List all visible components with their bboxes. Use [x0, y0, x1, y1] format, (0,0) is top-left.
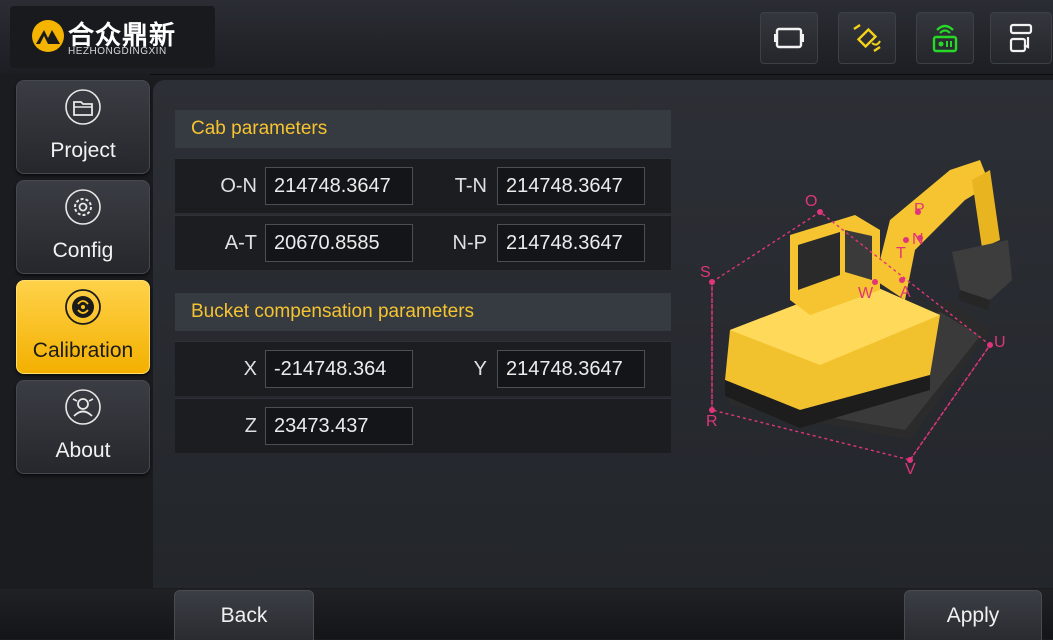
back-button[interactable]: Back: [174, 590, 314, 640]
point-label-v: V: [905, 461, 916, 478]
switch-icon: [1009, 23, 1033, 53]
apply-button[interactable]: Apply: [904, 590, 1042, 640]
point-label-s: S: [700, 264, 711, 281]
bottom-bar: [0, 589, 1053, 639]
brand-logo: 合众鼎新 HEZHONGDINGXIN: [10, 6, 215, 68]
sidebar-item-label: Project: [50, 139, 116, 162]
bucket-row-1: X -214748.364 Y 214748.3647: [175, 341, 671, 396]
excavator-diagram: O P T N S W A U R V: [700, 160, 1012, 478]
screen-icon: [774, 27, 804, 49]
sidebar-item-about[interactable]: About: [16, 380, 150, 474]
tn-label: T-N: [454, 175, 487, 197]
radio-icon: [932, 24, 958, 53]
sidebar-item-config[interactable]: Config: [16, 180, 150, 274]
satellite-button[interactable]: [838, 12, 896, 64]
bucket-parameters-title: Bucket compensation parameters: [175, 293, 671, 331]
satellite-icon: [853, 24, 881, 52]
at-label: A-T: [224, 232, 257, 254]
sidebar-item-label: About: [55, 439, 111, 462]
radio-button[interactable]: [916, 12, 974, 64]
on-label: O-N: [220, 175, 257, 197]
point-label-r: R: [706, 413, 718, 430]
sidebar: Project Config Calibration About: [0, 74, 150, 589]
np-label: N-P: [452, 232, 487, 254]
point-label-p: P: [914, 201, 925, 218]
z-label: Z: [244, 415, 257, 437]
np-field[interactable]: 214748.3647: [497, 224, 645, 262]
sidebar-item-label: Config: [52, 239, 114, 262]
screen-button[interactable]: [760, 12, 818, 64]
at-field[interactable]: 20670.8585: [265, 224, 413, 262]
cab-row-1: O-N 214748.3647 T-N 214748.3647: [175, 158, 671, 213]
point-label-w: W: [858, 285, 874, 302]
x-field[interactable]: -214748.364: [265, 350, 413, 388]
cab-parameters-title: Cab parameters: [175, 110, 671, 148]
switch-button[interactable]: [990, 12, 1052, 64]
bucket-row-2: Z 23473.437: [175, 398, 671, 453]
y-label: Y: [473, 358, 487, 380]
sidebar-item-calibration[interactable]: Calibration: [16, 280, 150, 374]
x-label: X: [243, 358, 257, 380]
y-field[interactable]: 214748.3647: [497, 350, 645, 388]
tn-field[interactable]: 214748.3647: [497, 167, 645, 205]
point-label-a: A: [900, 284, 911, 301]
cab-row-2: A-T 20670.8585 N-P 214748.3647: [175, 215, 671, 270]
logo-english-text: HEZHONGDINGXIN: [68, 46, 167, 57]
settings-icon: [65, 189, 101, 225]
point-label-u: U: [994, 334, 1006, 351]
about-icon: [65, 389, 101, 425]
on-field[interactable]: 214748.3647: [265, 167, 413, 205]
point-label-n: N: [912, 231, 924, 248]
point-label-t: T: [896, 245, 906, 262]
logo-mark-icon: [32, 20, 64, 52]
top-bar: 合众鼎新 HEZHONGDINGXIN: [0, 0, 1053, 75]
sidebar-item-label: Calibration: [32, 339, 134, 362]
point-label-o: O: [805, 193, 817, 210]
sidebar-item-project[interactable]: Project: [16, 80, 150, 174]
z-field[interactable]: 23473.437: [265, 407, 413, 445]
folder-icon: [65, 89, 101, 125]
calibration-icon: [65, 289, 101, 325]
